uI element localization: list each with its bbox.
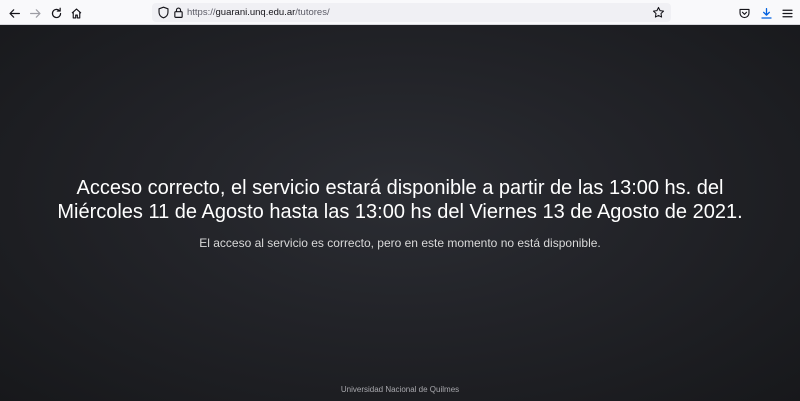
footer-text: Universidad Nacional de Quilmes <box>340 385 460 394</box>
pocket-icon <box>738 8 750 18</box>
menu-button[interactable] <box>778 4 796 22</box>
page-content: Acceso correcto, el servicio estará disp… <box>0 25 800 401</box>
star-icon[interactable] <box>652 6 665 19</box>
downloads-button[interactable] <box>757 4 775 22</box>
status-message: El acceso al servicio es correcto, pero … <box>199 236 601 250</box>
page-title: Acceso correcto, el servicio estará disp… <box>0 176 800 224</box>
title-line-1: Acceso correcto, el servicio estará disp… <box>76 177 724 199</box>
download-icon <box>760 7 772 19</box>
forward-button[interactable] <box>26 4 44 22</box>
lock-icon[interactable] <box>172 6 185 19</box>
back-button[interactable] <box>5 4 23 22</box>
address-bar[interactable]: https://guarani.unq.edu.ar/tutores/ <box>152 3 671 22</box>
shield-icon[interactable] <box>157 6 170 19</box>
url-host: guarani.unq.edu.ar <box>215 7 296 18</box>
title-line-2: Miércoles 11 de Agosto hasta las 13:00 h… <box>57 201 743 223</box>
hamburger-menu-icon <box>781 9 793 17</box>
arrow-left-icon <box>8 8 20 18</box>
home-icon <box>71 7 81 19</box>
reload-icon <box>51 7 61 18</box>
pocket-button[interactable] <box>735 4 753 22</box>
arrow-right-icon <box>29 8 41 18</box>
url-path: /tutores/ <box>295 7 330 18</box>
reload-button[interactable] <box>47 4 65 22</box>
browser-toolbar: https://guarani.unq.edu.ar/tutores/ <box>0 0 800 25</box>
url-text[interactable]: https://guarani.unq.edu.ar/tutores/ <box>187 6 330 19</box>
home-button[interactable] <box>67 4 85 22</box>
url-scheme: https:// <box>187 7 216 18</box>
